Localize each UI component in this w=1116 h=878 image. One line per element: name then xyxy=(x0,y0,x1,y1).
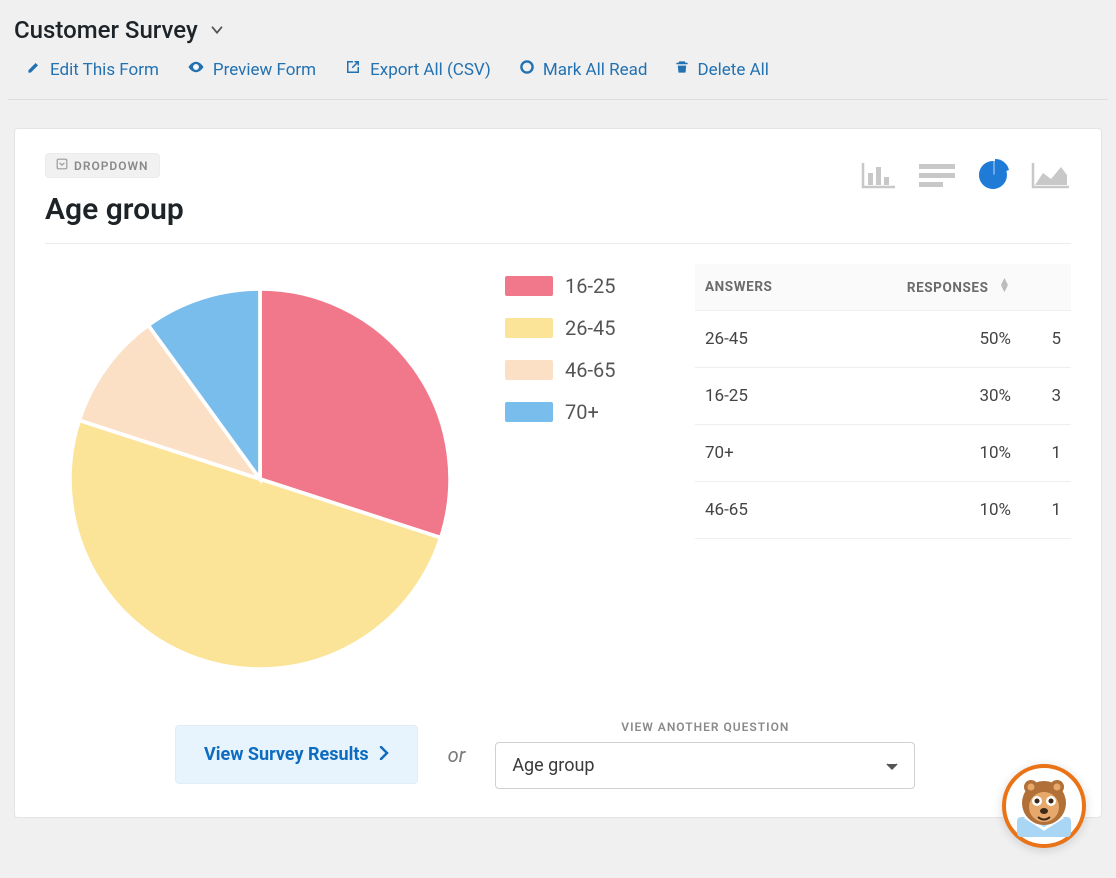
table-row[interactable]: 46-6510%1 xyxy=(695,482,1071,539)
pencil-icon xyxy=(26,59,42,80)
delete-all-link[interactable]: Delete All xyxy=(675,59,768,80)
cell-count: 1 xyxy=(1021,425,1071,482)
sort-icon: ▲▼ xyxy=(999,278,1011,292)
cell-count: 1 xyxy=(1021,482,1071,539)
question-select-value: Age group xyxy=(512,755,594,776)
view-results-label: View Survey Results xyxy=(204,744,369,765)
legend-item[interactable]: 46-65 xyxy=(505,358,665,382)
pie-chart xyxy=(45,264,475,684)
trash-icon xyxy=(675,59,689,80)
legend-swatch xyxy=(505,276,553,296)
cell-answer: 46-65 xyxy=(695,482,830,539)
question-title: Age group xyxy=(45,192,184,227)
card-footer: View Survey Results or VIEW ANOTHER QUES… xyxy=(45,720,1071,789)
divider xyxy=(45,243,1071,244)
area-chart-icon[interactable] xyxy=(1031,161,1071,189)
list-chart-icon[interactable] xyxy=(919,162,955,188)
form-toolbar: Edit This Form Preview Form Export All (… xyxy=(8,52,1108,100)
eye-icon xyxy=(187,58,205,81)
export-icon xyxy=(344,58,362,81)
export-csv-label: Export All (CSV) xyxy=(370,60,491,80)
preview-form-link[interactable]: Preview Form xyxy=(187,58,316,81)
col-count xyxy=(1021,264,1071,311)
legend-swatch xyxy=(505,360,553,380)
cell-percent: 50% xyxy=(830,311,1021,368)
table-row[interactable]: 26-4550%5 xyxy=(695,311,1071,368)
dropdown-icon xyxy=(56,158,68,173)
cell-answer: 16-25 xyxy=(695,368,830,425)
cell-count: 5 xyxy=(1021,311,1071,368)
field-type-badge: DROPDOWN xyxy=(45,153,160,178)
chevron-down-icon[interactable] xyxy=(208,21,226,39)
edit-form-link[interactable]: Edit This Form xyxy=(26,59,159,80)
legend-label: 46-65 xyxy=(565,358,616,382)
legend-label: 16-25 xyxy=(565,274,616,298)
legend-swatch xyxy=(505,402,553,422)
cell-percent: 10% xyxy=(830,425,1021,482)
legend-swatch xyxy=(505,318,553,338)
preview-form-label: Preview Form xyxy=(213,60,316,80)
chart-type-toggles xyxy=(861,159,1071,191)
page-title: Customer Survey xyxy=(14,16,198,44)
question-select-label: VIEW ANOTHER QUESTION xyxy=(495,720,915,734)
cell-percent: 30% xyxy=(830,368,1021,425)
legend-item[interactable]: 70+ xyxy=(505,400,665,424)
cell-percent: 10% xyxy=(830,482,1021,539)
circle-icon xyxy=(519,59,535,80)
caret-down-icon xyxy=(886,755,898,776)
chevron-right-icon xyxy=(379,744,389,765)
col-answers[interactable]: ANSWERS xyxy=(695,264,830,311)
legend-item[interactable]: 16-25 xyxy=(505,274,665,298)
table-row[interactable]: 16-2530%3 xyxy=(695,368,1071,425)
mark-read-label: Mark All Read xyxy=(543,60,648,80)
page-header: Customer Survey xyxy=(8,8,1108,52)
edit-form-label: Edit This Form xyxy=(50,60,159,80)
view-results-button[interactable]: View Survey Results xyxy=(175,725,418,784)
export-csv-link[interactable]: Export All (CSV) xyxy=(344,58,491,81)
delete-all-label: Delete All xyxy=(697,60,768,80)
question-select[interactable]: Age group xyxy=(495,742,915,789)
bar-chart-icon[interactable] xyxy=(861,161,897,189)
legend-label: 70+ xyxy=(565,400,599,424)
mark-read-link[interactable]: Mark All Read xyxy=(519,59,648,80)
pie-chart-icon[interactable] xyxy=(977,159,1009,191)
legend-item[interactable]: 26-45 xyxy=(505,316,665,340)
col-responses[interactable]: RESPONSES ▲▼ xyxy=(830,264,1021,311)
cell-answer: 70+ xyxy=(695,425,830,482)
or-separator: or xyxy=(448,743,466,767)
help-mascot-button[interactable] xyxy=(1002,764,1086,848)
cell-answer: 26-45 xyxy=(695,311,830,368)
chart-legend: 16-25 26-45 46-65 70+ xyxy=(505,264,665,442)
field-type-label: DROPDOWN xyxy=(74,159,149,173)
legend-label: 26-45 xyxy=(565,316,616,340)
question-card: DROPDOWN Age group xyxy=(14,128,1102,818)
table-row[interactable]: 70+10%1 xyxy=(695,425,1071,482)
responses-table: ANSWERS RESPONSES ▲▼ 26-4550%516-2530%37… xyxy=(695,264,1071,539)
cell-count: 3 xyxy=(1021,368,1071,425)
